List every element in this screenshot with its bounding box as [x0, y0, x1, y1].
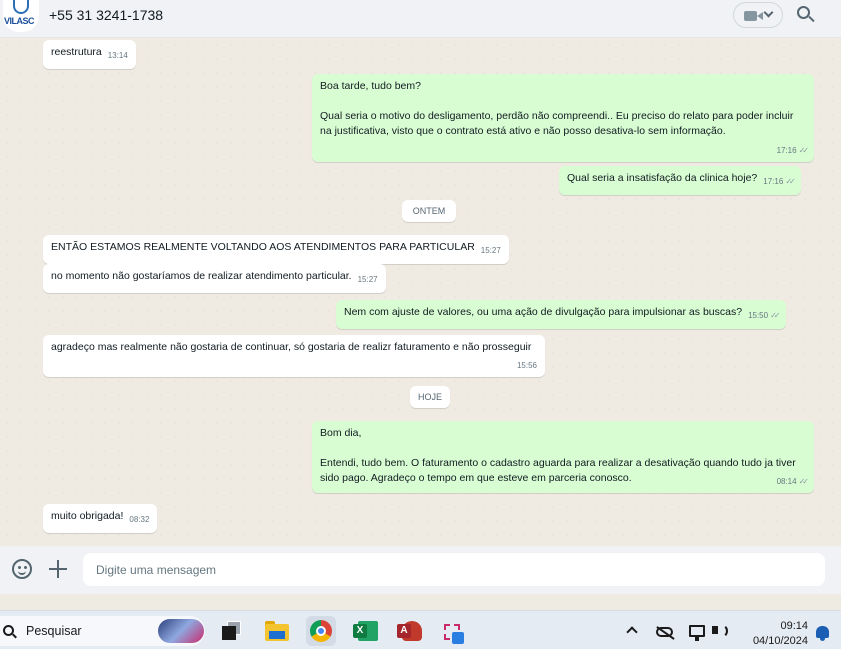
- message-text: Nem com ajuste de valores, ou uma ação d…: [344, 306, 743, 318]
- taskbar-search-label: Pesquisar: [26, 624, 82, 638]
- message-outgoing[interactable]: Nem com ajuste de valores, ou uma ação d…: [336, 300, 786, 329]
- message-text: Bom dia,: [320, 427, 362, 439]
- file-explorer-icon[interactable]: [264, 618, 290, 644]
- message-list[interactable]: reestrutura 13:14 Boa tarde, tudo bem? Qu…: [0, 38, 841, 546]
- monitor-icon[interactable]: [689, 625, 705, 641]
- message-time: 08:32: [129, 515, 150, 524]
- message-incoming[interactable]: reestrutura 13:14: [43, 40, 136, 69]
- chat-header: VILASC +55 31 3241-1738: [0, 0, 841, 38]
- message-text: Entendi, tudo bem. O faturamento o cadas…: [320, 457, 796, 484]
- notification-bell-icon[interactable]: [816, 626, 829, 641]
- avatar-brand-text: VILASC: [4, 16, 35, 26]
- search-highlight-image[interactable]: [158, 619, 204, 643]
- contact-name[interactable]: +55 31 3241-1738: [49, 7, 163, 23]
- message-time: 15:27: [480, 246, 501, 255]
- excel-icon[interactable]: X: [352, 618, 378, 644]
- plus-icon[interactable]: [49, 560, 67, 578]
- message-incoming[interactable]: muito obrigada! 08:32: [43, 504, 158, 533]
- message-time: 08:14: [776, 477, 797, 486]
- taskbar-clock[interactable]: 09:14 04/10/2024: [740, 619, 808, 649]
- message-time: 15:56: [516, 361, 537, 370]
- message-incoming[interactable]: ENTÃO ESTAMOS REALMENTE VOLTANDO AOS ATE…: [43, 235, 509, 264]
- message-time: 17:16: [763, 177, 784, 186]
- volume-icon[interactable]: [712, 624, 728, 638]
- contact-avatar[interactable]: VILASC: [3, 0, 39, 32]
- message-input[interactable]: [83, 553, 825, 586]
- chrome-icon[interactable]: [306, 616, 336, 646]
- video-camera-icon: [744, 11, 763, 21]
- message-text: ENTÃO ESTAMOS REALMENTE VOLTANDO AOS ATE…: [51, 241, 475, 253]
- read-receipt-icon: ✓✓: [770, 311, 781, 320]
- message-outgoing[interactable]: Bom dia, Entendi, tudo bem. O faturament…: [312, 421, 814, 493]
- message-text: Qual seria a insatisfação da clinica hoj…: [567, 172, 758, 184]
- message-outgoing[interactable]: Boa tarde, tudo bem? Qual seria o motivo…: [312, 74, 814, 162]
- message-time: 15:50: [748, 311, 769, 320]
- message-text: no momento não gostaríamos de realizar a…: [51, 270, 352, 282]
- read-receipt-icon: ✓✓: [798, 477, 810, 486]
- message-incoming[interactable]: no momento não gostaríamos de realizar a…: [43, 264, 386, 293]
- message-outgoing[interactable]: Qual seria a insatisfação da clinica hoj…: [559, 166, 801, 195]
- message-time: 17:16: [776, 146, 797, 155]
- cloud-offline-icon[interactable]: [656, 627, 673, 637]
- clock-date: 04/10/2024: [752, 635, 808, 647]
- tooth-logo-icon: [13, 0, 29, 14]
- message-text: muito obrigada!: [51, 510, 124, 522]
- date-divider-yesterday: ONTEM: [402, 200, 456, 222]
- search-button[interactable]: [797, 6, 815, 24]
- read-receipt-icon: ✓✓: [785, 177, 796, 186]
- message-incoming[interactable]: agradeço mas realmente não gostaria de c…: [43, 335, 545, 377]
- message-composer: [0, 546, 841, 594]
- chevron-up-icon[interactable]: [626, 626, 638, 638]
- date-divider-today: HOJE: [410, 386, 450, 408]
- read-receipt-icon: ✓✓: [798, 146, 810, 155]
- video-call-button[interactable]: [733, 2, 783, 28]
- message-text: Boa tarde, tudo bem?: [320, 80, 421, 92]
- access-icon[interactable]: A: [396, 618, 422, 644]
- message-text: Qual seria o motivo do desligamento, per…: [320, 110, 794, 137]
- message-time: 13:14: [107, 51, 128, 60]
- taskbar-search[interactable]: Pesquisar: [0, 616, 205, 646]
- message-time: 15:27: [357, 275, 378, 284]
- chevron-down-icon: [763, 7, 774, 18]
- emoji-icon[interactable]: [12, 559, 32, 579]
- snipping-tool-icon[interactable]: [440, 618, 466, 644]
- message-text: reestrutura: [51, 46, 102, 58]
- task-view-icon[interactable]: [219, 618, 245, 644]
- message-text: agradeço mas realmente não gostaria de c…: [51, 341, 532, 353]
- windows-taskbar: Pesquisar X A 09:14 04/10/2024: [0, 610, 841, 649]
- clock-time: 09:14: [780, 620, 808, 632]
